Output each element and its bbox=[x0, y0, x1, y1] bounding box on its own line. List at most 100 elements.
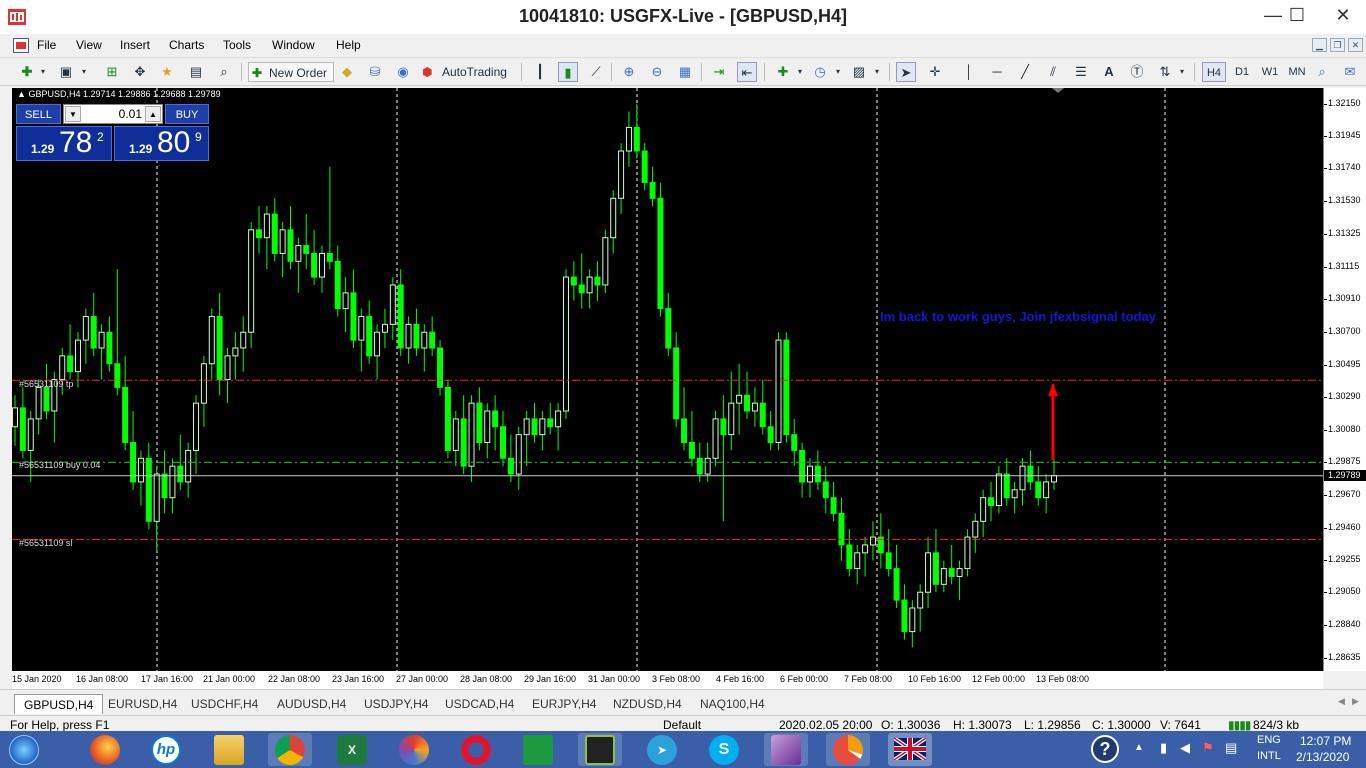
excel-icon[interactable]: X bbox=[330, 733, 374, 766]
close-button[interactable]: ✕ bbox=[1320, 0, 1366, 34]
profiles-dropdown-icon[interactable]: ▾ bbox=[74, 62, 94, 82]
help-icon[interactable]: ? bbox=[1091, 735, 1119, 763]
vertical-line-icon[interactable]: │ bbox=[959, 62, 979, 82]
pie-app-icon[interactable] bbox=[826, 733, 870, 766]
file-explorer-icon[interactable] bbox=[207, 733, 251, 766]
market-icon[interactable]: ◉ bbox=[393, 62, 413, 82]
price-axis[interactable]: 1.32150 1.31945 1.31740 1.31530 1.31325 1.311… bbox=[1323, 88, 1366, 671]
price-chart[interactable] bbox=[12, 88, 1323, 671]
tab-nzdusd[interactable]: NZDUSD,H4 bbox=[604, 694, 691, 714]
equidistant-channel-icon[interactable]: ⫽ bbox=[1043, 62, 1063, 82]
bar-chart-icon[interactable]: ┃ bbox=[530, 62, 550, 82]
uk-flag-icon[interactable] bbox=[888, 733, 932, 766]
clock-date[interactable]: 2/13/2020 bbox=[1296, 750, 1349, 764]
templates-icon[interactable]: ▨ bbox=[849, 62, 869, 82]
tab-audusd[interactable]: AUDUSD,H4 bbox=[268, 694, 355, 714]
timeframe-mn-button[interactable]: MN bbox=[1286, 62, 1308, 82]
clock-time[interactable]: 12:07 PM bbox=[1300, 734, 1351, 748]
tab-eurjpy[interactable]: EURJPY,H4 bbox=[523, 694, 605, 714]
firefox-icon[interactable] bbox=[83, 733, 127, 766]
menu-help[interactable]: Help bbox=[336, 38, 361, 52]
tab-naq100[interactable]: NAQ100,H4 bbox=[691, 694, 774, 714]
menu-file[interactable]: File bbox=[37, 38, 56, 52]
zoom-out-icon[interactable]: ⊖ bbox=[647, 62, 667, 82]
tab-gbpusd[interactable]: GBPUSD,H4 bbox=[14, 694, 104, 714]
menu-window[interactable]: Window bbox=[272, 38, 315, 52]
tab-usdcad[interactable]: USDCAD,H4 bbox=[436, 694, 523, 714]
child-window-icon[interactable] bbox=[13, 38, 29, 53]
periods-icon[interactable]: ◷ bbox=[810, 62, 830, 82]
tab-scroll-right-icon[interactable]: ▶ bbox=[1352, 696, 1359, 707]
lot-decrease-icon[interactable]: ▼ bbox=[65, 106, 81, 122]
chart-text-annotation[interactable]: Im back to work guys, Join jfexbsignal t… bbox=[880, 309, 1156, 324]
chat-icon[interactable]: ✉ bbox=[1340, 62, 1360, 82]
chart-shift-icon[interactable]: ⇤ bbox=[737, 62, 757, 82]
auto-scroll-icon[interactable]: ⇥ bbox=[709, 62, 729, 82]
menu-insert[interactable]: Insert bbox=[120, 38, 150, 52]
data-window-icon[interactable]: ✥ bbox=[130, 62, 150, 82]
lot-size-value[interactable]: 0.01 bbox=[84, 107, 142, 121]
metaeditor-icon[interactable]: ◆ bbox=[337, 62, 357, 82]
timeframe-w1-button[interactable]: W1 bbox=[1259, 62, 1281, 82]
cursor-icon[interactable]: ➤ bbox=[896, 62, 916, 82]
market-watch-icon[interactable]: ⊞ bbox=[102, 62, 122, 82]
periods-dropdown-icon[interactable]: ▾ bbox=[828, 62, 848, 82]
text-tool-icon[interactable]: A bbox=[1099, 62, 1119, 82]
hp-icon[interactable]: hp bbox=[144, 733, 188, 766]
menu-view[interactable]: View bbox=[76, 38, 102, 52]
lot-size-input[interactable]: ▼ 0.01 ▲ bbox=[63, 104, 163, 124]
opera-icon[interactable] bbox=[454, 733, 498, 766]
text-label-icon[interactable]: Ⓣ bbox=[1127, 62, 1147, 82]
tab-scroll-left-icon[interactable]: ◀ bbox=[1338, 696, 1345, 707]
child-minimize-button[interactable]: ▁ bbox=[1312, 38, 1327, 52]
menu-charts[interactable]: Charts bbox=[169, 38, 204, 52]
buy-price-button[interactable]: 1.29 80 9 bbox=[114, 126, 209, 161]
terminal-icon[interactable]: ▤ bbox=[186, 62, 206, 82]
candlestick-icon[interactable]: ▮ bbox=[558, 62, 578, 82]
zoom-in-icon[interactable]: ⊕ bbox=[619, 62, 639, 82]
buy-button[interactable]: BUY bbox=[165, 104, 209, 124]
trendline-icon[interactable]: ╱ bbox=[1015, 62, 1035, 82]
new-order-button[interactable]: ✚ New Order bbox=[248, 62, 335, 82]
tab-usdchf[interactable]: USDCHF,H4 bbox=[182, 694, 267, 714]
etisalat-icon[interactable] bbox=[578, 733, 622, 766]
sell-button[interactable]: SELL bbox=[16, 104, 61, 124]
swirl-app-icon[interactable] bbox=[392, 733, 436, 766]
navigator-icon[interactable]: ★ bbox=[157, 62, 177, 82]
timeframe-d1-button[interactable]: D1 bbox=[1231, 62, 1253, 82]
action-center-icon[interactable]: ⚑ bbox=[1202, 740, 1214, 756]
search-icon[interactable]: ⌕ bbox=[1312, 62, 1332, 82]
start-icon[interactable] bbox=[0, 733, 48, 766]
horizontal-line-icon[interactable]: ─ bbox=[987, 62, 1007, 82]
strategy-tester-icon[interactable]: ⌕ bbox=[214, 62, 234, 82]
profiles-icon[interactable]: ▣ bbox=[56, 62, 76, 82]
child-close-button[interactable]: ✕ bbox=[1348, 38, 1363, 52]
network-icon[interactable]: ▤ bbox=[1225, 740, 1237, 756]
new-chart-dropdown-icon[interactable]: ▾ bbox=[33, 62, 53, 82]
skype-icon[interactable]: S bbox=[702, 733, 746, 766]
arrows-dropdown-icon[interactable]: ▾ bbox=[1172, 62, 1192, 82]
timeframe-h4-button[interactable]: H4 bbox=[1202, 62, 1226, 82]
sell-price-button[interactable]: 1.29 78 2 bbox=[16, 126, 112, 161]
tab-eurusd[interactable]: EURUSD,H4 bbox=[99, 694, 186, 714]
keyboard-layout[interactable]: INTL bbox=[1257, 750, 1281, 762]
tab-usdjpy[interactable]: USDJPY,H4 bbox=[355, 694, 437, 714]
candlestick-chart[interactable] bbox=[12, 88, 1323, 671]
input-language[interactable]: ENG bbox=[1257, 734, 1281, 746]
gem-app-icon[interactable] bbox=[764, 733, 808, 766]
crosshair-icon[interactable]: ✛ bbox=[925, 62, 945, 82]
fibonacci-icon[interactable]: ☰ bbox=[1071, 62, 1091, 82]
menu-tools[interactable]: Tools bbox=[223, 38, 251, 52]
signals-icon[interactable]: ⛁ bbox=[365, 62, 385, 82]
battery-icon[interactable]: ▮ bbox=[1160, 740, 1167, 756]
volume-icon[interactable]: ◀ bbox=[1180, 740, 1190, 756]
line-chart-icon[interactable]: ⟋ bbox=[586, 62, 606, 82]
autotrading-button[interactable]: ⬢ AutoTrading bbox=[420, 62, 507, 82]
time-axis[interactable]: 15 Jan 2020 16 Jan 08:00 17 Jan 16:00 21 Ja… bbox=[12, 671, 1323, 689]
indicators-dropdown-icon[interactable]: ▾ bbox=[790, 62, 810, 82]
tile-windows-icon[interactable]: ▦ bbox=[675, 62, 695, 82]
child-restore-button[interactable]: ❐ bbox=[1330, 38, 1345, 52]
lot-increase-icon[interactable]: ▲ bbox=[145, 106, 161, 122]
telegram-icon[interactable]: ➤ bbox=[640, 733, 684, 766]
maximize-button[interactable]: ☐ bbox=[1274, 0, 1320, 34]
